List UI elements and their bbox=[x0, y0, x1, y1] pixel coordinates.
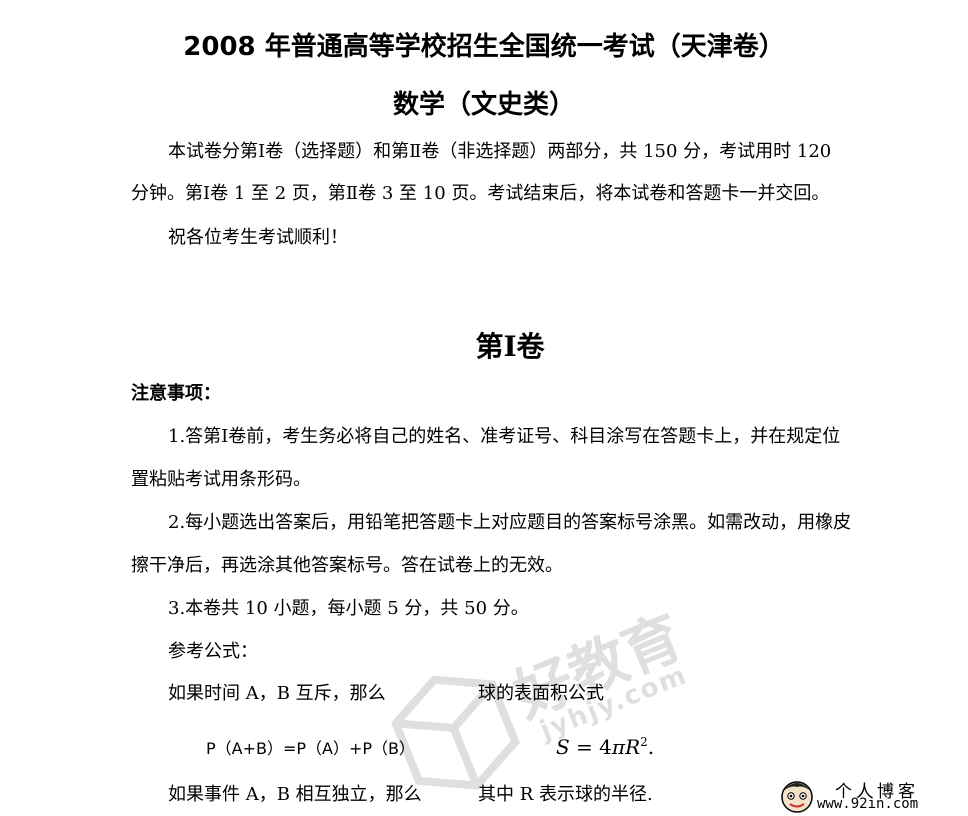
formula-left-2-text: 如果事件 A，B 相互独立，那么 bbox=[168, 784, 422, 805]
intro-line-2: 分钟。第Ⅰ卷 1 至 2 页，第Ⅱ卷 3 至 10 页。考试结束后，将本试卷和答… bbox=[131, 183, 830, 204]
notice-item-3: 3.本卷共 10 小题，每小题 5 分，共 50 分。 bbox=[168, 598, 529, 619]
formula-symbol-pi: π bbox=[611, 735, 626, 759]
section-title: 第Ⅰ卷 bbox=[475, 330, 545, 363]
document-page: 2008 年普通高等学校招生全国统一考试（天津卷） 数学（文史类） 本试卷分第Ⅰ… bbox=[0, 0, 968, 816]
badge-url[interactable]: www.92in.com bbox=[817, 796, 918, 812]
formula-heading: 参考公式： bbox=[168, 641, 258, 662]
formula-right-2-text: 其中 R 表示球的半径. bbox=[478, 784, 653, 805]
intro-wish: 祝各位考生考试顺利！ bbox=[168, 227, 348, 248]
blog-badge[interactable]: 个人博客 www.92in.com bbox=[775, 775, 968, 816]
formula-right-1-text: 球的表面积公式 bbox=[478, 683, 604, 704]
notice-item-1-line-2: 置粘贴考试用条形码。 bbox=[131, 469, 311, 490]
intro-line-1: 本试卷分第Ⅰ卷（选择题）和第Ⅱ卷（非选择题）两部分，共 150 分，考试用时 1… bbox=[168, 141, 832, 162]
cartoon-face-icon bbox=[781, 781, 813, 813]
formula-equals-four: = 4 bbox=[569, 735, 612, 759]
notice-item-2-line-1: 2.每小题选出答案后，用铅笔把答题卡上对应题目的答案标号涂黑。如需改动，用橡皮 bbox=[168, 512, 852, 533]
exam-subtitle: 数学（文史类） bbox=[392, 90, 575, 120]
exam-title: 2008 年普通高等学校招生全国统一考试（天津卷） bbox=[183, 32, 785, 62]
notice-heading: 注意事项： bbox=[131, 383, 221, 404]
formula-symbol-s: S bbox=[556, 735, 570, 759]
notice-item-1-line-1: 1.答第Ⅰ卷前，考生务必将自己的姓名、准考证号、科目涂写在答题卡上，并在规定位 bbox=[168, 426, 841, 447]
formula-probability-sum: P（A+B）=P（A）+P（B） bbox=[206, 739, 416, 758]
formula-sphere-area: S = 4πR2. bbox=[556, 735, 654, 759]
formula-period: . bbox=[647, 735, 655, 759]
formula-symbol-r: R bbox=[625, 735, 641, 759]
formula-exponent: 2 bbox=[640, 735, 648, 749]
formula-left-1-text: 如果时间 A，B 互斥，那么 bbox=[168, 683, 386, 704]
notice-item-2-line-2: 擦干净后，再选涂其他答案标号。答在试卷上的无效。 bbox=[131, 555, 563, 576]
